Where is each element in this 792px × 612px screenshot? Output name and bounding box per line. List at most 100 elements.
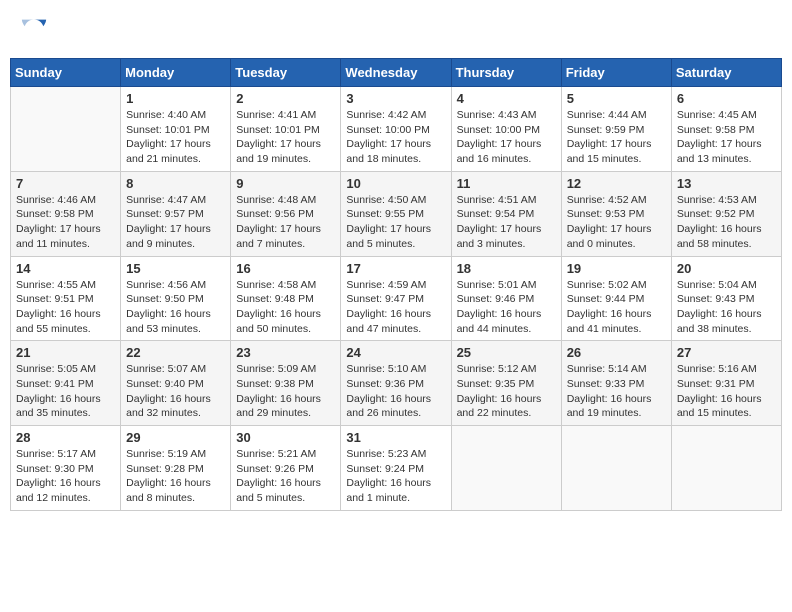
day-number: 8 (126, 176, 225, 191)
calendar-cell: 20 Sunrise: 5:04 AM Sunset: 9:43 PM Dayli… (671, 256, 781, 341)
calendar-cell: 13 Sunrise: 4:53 AM Sunset: 9:52 PM Dayli… (671, 171, 781, 256)
day-number: 5 (567, 91, 666, 106)
day-info: Sunrise: 4:48 AM Sunset: 9:56 PM Dayligh… (236, 193, 335, 252)
calendar-cell (561, 426, 671, 511)
day-info: Sunrise: 5:16 AM Sunset: 9:31 PM Dayligh… (677, 362, 776, 421)
calendar-cell: 29 Sunrise: 5:19 AM Sunset: 9:28 PM Dayli… (121, 426, 231, 511)
day-number: 19 (567, 261, 666, 276)
calendar-week-row: 21 Sunrise: 5:05 AM Sunset: 9:41 PM Dayli… (11, 341, 782, 426)
day-number: 31 (346, 430, 445, 445)
calendar-header-row: SundayMondayTuesdayWednesdayThursdayFrid… (11, 59, 782, 87)
day-info: Sunrise: 4:55 AM Sunset: 9:51 PM Dayligh… (16, 278, 115, 337)
logo-icon (20, 15, 48, 43)
calendar-week-row: 1Sunrise: 4:40 AM Sunset: 10:01 PM Dayli… (11, 87, 782, 172)
day-number: 27 (677, 345, 776, 360)
day-info: Sunrise: 5:19 AM Sunset: 9:28 PM Dayligh… (126, 447, 225, 506)
day-info: Sunrise: 4:53 AM Sunset: 9:52 PM Dayligh… (677, 193, 776, 252)
day-number: 29 (126, 430, 225, 445)
day-number: 21 (16, 345, 115, 360)
calendar-cell: 25 Sunrise: 5:12 AM Sunset: 9:35 PM Dayli… (451, 341, 561, 426)
calendar-cell: 16Sunrise: 4:58 AM Sunset: 9:48 PM Dayli… (231, 256, 341, 341)
day-number: 14 (16, 261, 115, 276)
day-info: Sunrise: 5:21 AM Sunset: 9:26 PM Dayligh… (236, 447, 335, 506)
day-number: 15 (126, 261, 225, 276)
calendar-cell: 23Sunrise: 5:09 AM Sunset: 9:38 PM Dayli… (231, 341, 341, 426)
day-number: 26 (567, 345, 666, 360)
day-number: 12 (567, 176, 666, 191)
day-info: Sunrise: 5:12 AM Sunset: 9:35 PM Dayligh… (457, 362, 556, 421)
day-info: Sunrise: 5:02 AM Sunset: 9:44 PM Dayligh… (567, 278, 666, 337)
day-number: 17 (346, 261, 445, 276)
calendar-cell: 28Sunrise: 5:17 AM Sunset: 9:30 PM Dayli… (11, 426, 121, 511)
day-number: 16 (236, 261, 335, 276)
day-number: 9 (236, 176, 335, 191)
day-info: Sunrise: 4:41 AM Sunset: 10:01 PM Daylig… (236, 108, 335, 167)
calendar-cell: 21 Sunrise: 5:05 AM Sunset: 9:41 PM Dayli… (11, 341, 121, 426)
day-number: 22 (126, 345, 225, 360)
day-number: 20 (677, 261, 776, 276)
day-info: Sunrise: 4:56 AM Sunset: 9:50 PM Dayligh… (126, 278, 225, 337)
day-info: Sunrise: 4:51 AM Sunset: 9:54 PM Dayligh… (457, 193, 556, 252)
calendar-cell: 22 Sunrise: 5:07 AM Sunset: 9:40 PM Dayli… (121, 341, 231, 426)
day-info: Sunrise: 4:45 AM Sunset: 9:58 PM Dayligh… (677, 108, 776, 167)
day-number: 1 (126, 91, 225, 106)
day-number: 2 (236, 91, 335, 106)
weekday-header: Friday (561, 59, 671, 87)
calendar-cell: 18 Sunrise: 5:01 AM Sunset: 9:46 PM Dayli… (451, 256, 561, 341)
calendar-cell: 4 Sunrise: 4:43 AM Sunset: 10:00 PM Dayli… (451, 87, 561, 172)
weekday-header: Tuesday (231, 59, 341, 87)
day-info: Sunrise: 5:10 AM Sunset: 9:36 PM Dayligh… (346, 362, 445, 421)
weekday-header: Sunday (11, 59, 121, 87)
day-number: 7 (16, 176, 115, 191)
day-number: 11 (457, 176, 556, 191)
day-info: Sunrise: 4:50 AM Sunset: 9:55 PM Dayligh… (346, 193, 445, 252)
calendar-cell: 8 Sunrise: 4:47 AM Sunset: 9:57 PM Daylig… (121, 171, 231, 256)
day-info: Sunrise: 4:43 AM Sunset: 10:00 PM Daylig… (457, 108, 556, 167)
weekday-header: Thursday (451, 59, 561, 87)
weekday-header: Saturday (671, 59, 781, 87)
weekday-header: Wednesday (341, 59, 451, 87)
calendar-table: SundayMondayTuesdayWednesdayThursdayFrid… (10, 58, 782, 511)
day-info: Sunrise: 5:07 AM Sunset: 9:40 PM Dayligh… (126, 362, 225, 421)
day-info: Sunrise: 4:44 AM Sunset: 9:59 PM Dayligh… (567, 108, 666, 167)
calendar-cell: 9 Sunrise: 4:48 AM Sunset: 9:56 PM Daylig… (231, 171, 341, 256)
day-number: 25 (457, 345, 556, 360)
calendar-cell: 12 Sunrise: 4:52 AM Sunset: 9:53 PM Dayli… (561, 171, 671, 256)
calendar-cell: 17 Sunrise: 4:59 AM Sunset: 9:47 PM Dayli… (341, 256, 451, 341)
day-number: 23 (236, 345, 335, 360)
day-number: 18 (457, 261, 556, 276)
calendar-cell: 30 Sunrise: 5:21 AM Sunset: 9:26 PM Dayli… (231, 426, 341, 511)
day-info: Sunrise: 5:01 AM Sunset: 9:46 PM Dayligh… (457, 278, 556, 337)
day-number: 3 (346, 91, 445, 106)
day-info: Sunrise: 4:47 AM Sunset: 9:57 PM Dayligh… (126, 193, 225, 252)
page-header (10, 10, 782, 48)
day-number: 28 (16, 430, 115, 445)
day-info: Sunrise: 4:42 AM Sunset: 10:00 PM Daylig… (346, 108, 445, 167)
calendar-cell: 6Sunrise: 4:45 AM Sunset: 9:58 PM Daylig… (671, 87, 781, 172)
calendar-cell: 3 Sunrise: 4:42 AM Sunset: 10:00 PM Dayli… (341, 87, 451, 172)
day-number: 4 (457, 91, 556, 106)
day-number: 10 (346, 176, 445, 191)
day-info: Sunrise: 4:46 AM Sunset: 9:58 PM Dayligh… (16, 193, 115, 252)
calendar-cell: 5 Sunrise: 4:44 AM Sunset: 9:59 PM Daylig… (561, 87, 671, 172)
calendar-cell: 10 Sunrise: 4:50 AM Sunset: 9:55 PM Dayli… (341, 171, 451, 256)
logo (20, 15, 52, 43)
day-info: Sunrise: 4:52 AM Sunset: 9:53 PM Dayligh… (567, 193, 666, 252)
calendar-cell (671, 426, 781, 511)
day-info: Sunrise: 5:04 AM Sunset: 9:43 PM Dayligh… (677, 278, 776, 337)
day-info: Sunrise: 4:59 AM Sunset: 9:47 PM Dayligh… (346, 278, 445, 337)
day-number: 30 (236, 430, 335, 445)
calendar-cell: 2 Sunrise: 4:41 AM Sunset: 10:01 PM Dayli… (231, 87, 341, 172)
calendar-cell: 15 Sunrise: 4:56 AM Sunset: 9:50 PM Dayli… (121, 256, 231, 341)
calendar-week-row: 14 Sunrise: 4:55 AM Sunset: 9:51 PM Dayli… (11, 256, 782, 341)
calendar-cell: 27 Sunrise: 5:16 AM Sunset: 9:31 PM Dayli… (671, 341, 781, 426)
calendar-cell: 11 Sunrise: 4:51 AM Sunset: 9:54 PM Dayli… (451, 171, 561, 256)
calendar-cell: 7 Sunrise: 4:46 AM Sunset: 9:58 PM Daylig… (11, 171, 121, 256)
day-info: Sunrise: 5:05 AM Sunset: 9:41 PM Dayligh… (16, 362, 115, 421)
calendar-cell: 26Sunrise: 5:14 AM Sunset: 9:33 PM Dayli… (561, 341, 671, 426)
calendar-cell: 19 Sunrise: 5:02 AM Sunset: 9:44 PM Dayli… (561, 256, 671, 341)
day-number: 13 (677, 176, 776, 191)
calendar-cell (11, 87, 121, 172)
calendar-cell: 31Sunrise: 5:23 AM Sunset: 9:24 PM Dayli… (341, 426, 451, 511)
calendar-cell: 1Sunrise: 4:40 AM Sunset: 10:01 PM Dayli… (121, 87, 231, 172)
